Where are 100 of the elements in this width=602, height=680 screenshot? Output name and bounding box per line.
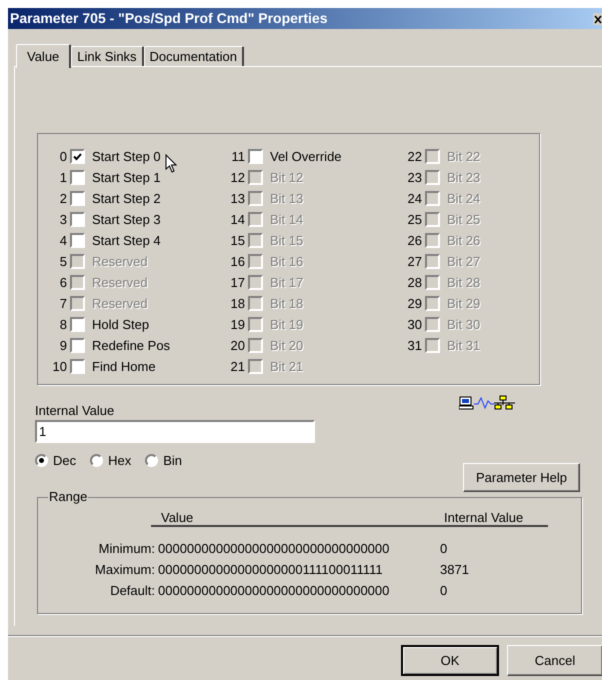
checkbox[interactable] — [70, 191, 85, 206]
bit-number: 24 — [406, 190, 423, 208]
checkbox[interactable] — [70, 233, 85, 248]
bit-number: 0 — [58, 148, 68, 166]
checkbox[interactable] — [70, 359, 85, 374]
bit-label: Redefine Pos — [92, 336, 170, 355]
bit-number: 21 — [230, 358, 246, 376]
bit-number: 29 — [406, 294, 423, 313]
bit-label: Reserved — [92, 274, 148, 292]
bit-number: 16 — [230, 252, 246, 271]
range-value: 00000000000000000000000000000000 — [158, 582, 390, 599]
bit-label: Hold Step — [92, 316, 150, 334]
checkbox[interactable] — [70, 317, 85, 332]
window-title: Parameter 705 - "Pos/Spd Prof Cmd" Properties — [9, 9, 328, 28]
range-row-label: Minimum: — [98, 540, 156, 557]
bit-number: 6 — [58, 274, 68, 292]
bit-number: 11 — [230, 148, 246, 166]
bit-label: Bit 20 — [270, 336, 304, 355]
bit-number: 26 — [406, 232, 423, 250]
range-internal-value: 0 — [440, 582, 448, 599]
bit-number: 7 — [58, 294, 68, 313]
bit-label: Bit 18 — [270, 294, 304, 313]
bit-label: Bit 17 — [270, 274, 304, 292]
bit-number: 20 — [230, 336, 246, 355]
bit-number: 2 — [58, 190, 68, 208]
bit-number: 8 — [58, 316, 68, 334]
bit-label: Reserved — [92, 294, 148, 313]
bit-label: Bit 15 — [270, 232, 304, 250]
bit-label: Vel Override — [270, 148, 342, 166]
bit-number: 30 — [406, 316, 423, 334]
bit-label: Bit 14 — [270, 210, 304, 229]
bit-number: 3 — [58, 210, 68, 229]
bit-label: Find Home — [92, 358, 156, 376]
bit-label: Bit 25 — [447, 210, 480, 229]
cursor-icon — [165, 154, 177, 173]
check-icon — [73, 152, 82, 160]
bit-number: 31 — [406, 336, 423, 355]
bit-label: Bit 27 — [447, 252, 480, 271]
column-header: Value — [161, 509, 194, 527]
tab[interactable]: Value — [16, 44, 72, 68]
cancel-button[interactable]: Cancel — [507, 645, 602, 676]
checkbox[interactable] — [70, 149, 85, 164]
internal-value-label: Internal Value — [35, 402, 114, 420]
tab[interactable]: Documentation — [144, 46, 244, 66]
checkbox[interactable] — [70, 212, 85, 227]
bit-label: Bit 24 — [447, 190, 480, 208]
radio-button[interactable]: Dec — [35, 451, 76, 470]
bit-label: Bit 26 — [447, 232, 480, 250]
range-internal-value: 0 — [440, 540, 448, 557]
checkbox[interactable] — [248, 149, 263, 164]
internal-value-field[interactable]: 1 — [35, 420, 315, 443]
ok-button[interactable]: OK — [401, 645, 499, 676]
range-value: 00000000000000000000111100011111 — [158, 561, 384, 578]
bit-label: Bit 30 — [447, 316, 480, 334]
checkbox[interactable] — [70, 338, 85, 353]
bit-number: 17 — [230, 274, 246, 292]
radio-button[interactable]: Bin — [145, 451, 182, 470]
tab[interactable]: Link Sinks — [71, 46, 144, 66]
bit-label: Bit 28 — [447, 274, 480, 292]
bit-label: Start Step 3 — [92, 210, 161, 229]
bit-label: Start Step 0 — [92, 148, 161, 166]
range-row-label: Default: — [109, 582, 156, 599]
bit-number: 14 — [230, 210, 246, 229]
bit-number: 22 — [406, 148, 423, 166]
bit-label: Start Step 2 — [92, 190, 161, 208]
bit-number: 1 — [58, 168, 68, 187]
bit-label: Bit 13 — [270, 190, 304, 208]
range-internal-value: 3871 — [440, 561, 470, 578]
bit-number: 5 — [58, 252, 68, 271]
bit-label: Bit 16 — [270, 252, 304, 271]
bit-number: 27 — [406, 252, 423, 271]
bit-label: Bit 23 — [447, 168, 480, 187]
bit-label: Bit 22 — [447, 148, 480, 166]
bit-label: Bit 29 — [447, 294, 480, 313]
bit-number: 9 — [58, 336, 68, 355]
radio-button[interactable]: Hex — [90, 451, 132, 470]
bit-number: 28 — [406, 274, 423, 292]
bit-number: 19 — [230, 316, 246, 334]
bit-label: Bit 21 — [270, 358, 304, 376]
bit-number: 23 — [406, 168, 423, 187]
bit-number: 25 — [406, 210, 423, 229]
bit-number: 4 — [58, 232, 68, 250]
checkbox[interactable] — [70, 170, 85, 185]
bit-label: Reserved — [92, 252, 148, 271]
bit-number: 10 — [52, 358, 68, 376]
range-group-title: Range — [48, 489, 88, 505]
range-row-label: Maximum: — [94, 561, 156, 578]
bit-label: Bit 19 — [270, 316, 304, 334]
range-value: 00000000000000000000000000000000 — [158, 540, 390, 557]
bit-label: Start Step 1 — [92, 168, 161, 187]
bit-number: 12 — [230, 168, 246, 187]
bit-number: 15 — [230, 232, 246, 250]
bit-number: 18 — [230, 294, 246, 313]
bit-label: Bit 31 — [447, 336, 480, 355]
bit-label: Bit 12 — [270, 168, 304, 187]
bit-number: 13 — [230, 190, 246, 208]
close-icon[interactable] — [593, 12, 602, 24]
bit-label: Start Step 4 — [92, 232, 161, 250]
column-header: Internal Value — [444, 509, 524, 527]
parameter-help-button[interactable]: Parameter Help — [463, 463, 580, 492]
